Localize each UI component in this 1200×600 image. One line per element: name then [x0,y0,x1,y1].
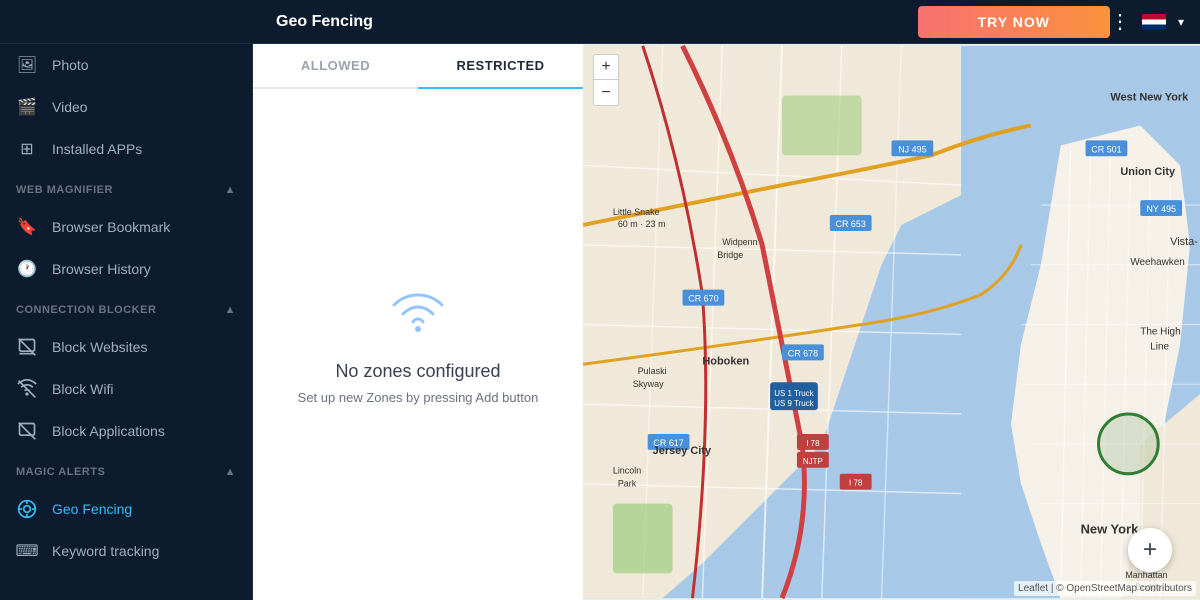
sidebar-label-browser-bookmark: Browser Bookmark [52,219,170,235]
page-title: Geo Fencing [276,13,918,31]
map-zoom-controls: + − [593,54,619,106]
block-websites-icon [16,336,38,358]
svg-text:West New York: West New York [1110,92,1189,104]
svg-text:I 78: I 78 [849,479,863,488]
block-applications-icon [16,420,38,442]
sidebar-item-keyword-tracking[interactable]: ⌨ Keyword tracking [0,530,252,572]
no-zones-icon [388,285,448,345]
svg-text:I 78: I 78 [806,439,820,448]
sidebar-item-installed-apps[interactable]: ⊞ Installed APPs [0,128,252,170]
section-magic-alerts: MAGIC ALERTS ▲ [0,456,252,488]
browser-bookmark-icon: 🔖 [16,216,38,238]
empty-state: No zones configured Set up new Zones by … [253,89,583,600]
map-container[interactable]: NJ 495 CR 653 CR 670 CR 678 CR 617 CR 50… [583,44,1200,600]
zoom-out-button[interactable]: − [593,80,619,106]
svg-text:Weehawken: Weehawken [1130,257,1185,268]
content-area: ALLOWED RESTRICTED [253,44,1200,600]
svg-text:CR 653: CR 653 [836,219,866,229]
svg-text:CR 678: CR 678 [788,348,818,358]
section-collapse-icon-2[interactable]: ▲ [225,304,236,316]
sidebar-item-geo-fencing[interactable]: Geo Fencing [0,488,252,530]
sidebar-label-block-websites: Block Websites [52,339,147,355]
language-chevron-icon[interactable]: ▾ [1178,15,1184,29]
svg-text:New York: New York [1081,521,1140,536]
header-actions: ⋮ ▾ [1110,9,1184,34]
video-icon: 🎬 [16,96,38,118]
no-zones-subtitle: Set up new Zones by pressing Add button [298,390,539,405]
svg-text:Union City: Union City [1120,166,1176,178]
tab-restricted[interactable]: RESTRICTED [418,44,583,89]
zoom-in-button[interactable]: + [593,54,619,80]
section-collapse-icon[interactable]: ▲ [225,184,236,196]
svg-text:US 1 Truck: US 1 Truck [774,389,813,398]
sidebar-label-browser-history: Browser History [52,261,151,277]
svg-text:The High: The High [1140,326,1180,337]
sidebar-label-block-wifi: Block Wifi [52,381,113,397]
left-panel: ALLOWED RESTRICTED [253,44,583,600]
svg-text:Lincoln: Lincoln [613,466,641,476]
svg-text:Line: Line [1150,341,1169,352]
sidebar-item-video[interactable]: 🎬 Video [0,86,252,128]
sidebar-item-photo[interactable]: 🖼 Photo [0,44,252,86]
svg-text:Skyway: Skyway [633,379,664,389]
add-zone-button[interactable]: + [1128,528,1172,572]
svg-text:Little Snake: Little Snake [613,207,660,217]
section-connection-blocker: CONNECTION BLOCKER ▲ [0,294,252,326]
sidebar-item-browser-history[interactable]: 🕐 Browser History [0,248,252,290]
svg-text:CR 670: CR 670 [688,294,718,304]
sidebar-label-photo: Photo [52,57,89,73]
sidebar-label-geo-fencing: Geo Fencing [52,501,132,517]
svg-text:Park: Park [618,479,637,489]
sidebar-label-installed-apps: Installed APPs [52,141,142,157]
sidebar-item-browser-bookmark[interactable]: 🔖 Browser Bookmark [0,206,252,248]
svg-text:Bridge: Bridge [717,250,743,260]
map-attribution: Leaflet | © OpenStreetMap contributors [1014,581,1196,596]
tabs: ALLOWED RESTRICTED [253,44,583,89]
svg-text:Jersey City: Jersey City [653,445,712,457]
svg-text:CR 501: CR 501 [1091,144,1121,154]
section-collapse-icon-3[interactable]: ▲ [225,466,236,478]
keyword-tracking-icon: ⌨ [16,540,38,562]
tab-allowed[interactable]: ALLOWED [253,44,418,87]
svg-text:Widpenn: Widpenn [722,237,757,247]
installed-apps-icon: ⊞ [16,138,38,160]
sidebar-label-keyword-tracking: Keyword tracking [52,543,159,559]
map-area: NJ 495 CR 653 CR 670 CR 678 CR 617 CR 50… [583,44,1200,600]
svg-text:60 m · 23 m: 60 m · 23 m [618,219,666,229]
main-layout: 🖼 Photo 🎬 Video ⊞ Installed APPs WEB MAG… [0,44,1200,600]
svg-text:NY 495: NY 495 [1146,204,1176,214]
sidebar: 🖼 Photo 🎬 Video ⊞ Installed APPs WEB MAG… [0,44,253,600]
svg-text:NJ 495: NJ 495 [898,144,926,154]
block-wifi-icon [16,378,38,400]
geo-fencing-icon [16,498,38,520]
photo-icon: 🖼 [16,54,38,76]
svg-text:NJTP: NJTP [803,457,823,466]
sidebar-item-block-applications[interactable]: Block Applications [0,410,252,452]
section-web-magnifier: WEB MAGNIFIER ▲ [0,174,252,206]
svg-text:Pulaski: Pulaski [638,366,667,376]
more-options-icon[interactable]: ⋮ [1110,9,1130,34]
svg-text:US 9 Truck: US 9 Truck [774,399,813,408]
language-flag-icon [1142,14,1166,30]
browser-history-icon: 🕐 [16,258,38,280]
sidebar-label-block-applications: Block Applications [52,423,165,439]
tab-panel: ALLOWED RESTRICTED [253,44,1200,600]
header: Geo Fencing TRY NOW ⋮ ▾ [0,0,1200,44]
svg-text:Vista-: Vista- [1170,236,1198,248]
svg-text:Hoboken: Hoboken [702,355,749,367]
sidebar-item-block-wifi[interactable]: Block Wifi [0,368,252,410]
sidebar-label-video: Video [52,99,88,115]
no-zones-title: No zones configured [335,361,500,382]
sidebar-item-block-websites[interactable]: Block Websites [0,326,252,368]
try-now-button[interactable]: TRY NOW [918,6,1110,38]
